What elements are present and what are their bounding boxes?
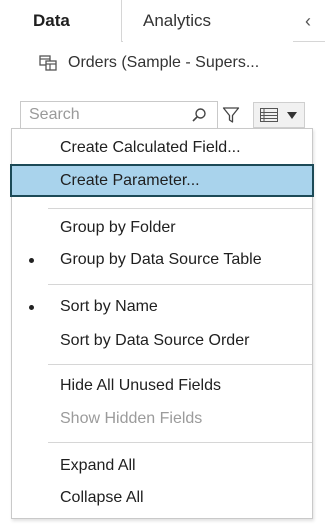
menu-item-hide-all-unused-fields[interactable]: Hide All Unused Fields xyxy=(12,371,312,401)
menu-item-create-parameter[interactable]: Create Parameter... xyxy=(10,164,314,197)
selected-bullet-icon xyxy=(29,258,34,263)
selected-bullet-icon xyxy=(29,305,34,310)
menu-item-group-by-data-source-table[interactable]: Group by Data Source Table xyxy=(12,245,312,275)
filter-icon[interactable] xyxy=(222,106,240,124)
side-pane-tabs: Data Analytics ‹ xyxy=(0,0,325,42)
menu-item-label: Group by Data Source Table xyxy=(60,251,262,268)
menu-item-label: Sort by Name xyxy=(60,298,158,315)
caret-down-icon xyxy=(287,112,297,119)
datasource-name: Orders (Sample - Supers... xyxy=(68,54,260,71)
menu-item-create-calculated-field[interactable]: Create Calculated Field... xyxy=(12,133,312,163)
menu-item-show-hidden-fields: Show Hidden Fields xyxy=(60,410,203,427)
datasource-icon xyxy=(39,55,57,71)
tab-analytics[interactable]: Analytics xyxy=(123,0,293,42)
search-input[interactable] xyxy=(29,102,179,128)
list-icon xyxy=(260,108,278,122)
menu-separator xyxy=(48,364,312,365)
search-icon[interactable] xyxy=(191,107,207,123)
menu-separator xyxy=(48,442,312,443)
chevron-left-icon[interactable]: ‹ xyxy=(298,0,318,42)
view-options-button[interactable] xyxy=(253,102,305,128)
tab-data[interactable]: Data xyxy=(0,0,122,42)
data-pane-menu: Create Calculated Field... Create Parame… xyxy=(10,128,314,519)
menu-separator xyxy=(48,208,312,209)
menu-item-expand-all[interactable]: Expand All xyxy=(12,451,312,481)
menu-item-sort-by-name[interactable]: Sort by Name xyxy=(12,292,312,322)
datasource-row[interactable]: Orders (Sample - Supers... xyxy=(0,43,325,83)
menu-separator xyxy=(48,284,312,285)
menu-item-sort-by-data-source-order[interactable]: Sort by Data Source Order xyxy=(12,326,312,356)
menu-item-collapse-all[interactable]: Collapse All xyxy=(12,483,312,513)
search-field[interactable] xyxy=(20,101,218,129)
menu-item-group-by-folder[interactable]: Group by Folder xyxy=(12,213,312,243)
